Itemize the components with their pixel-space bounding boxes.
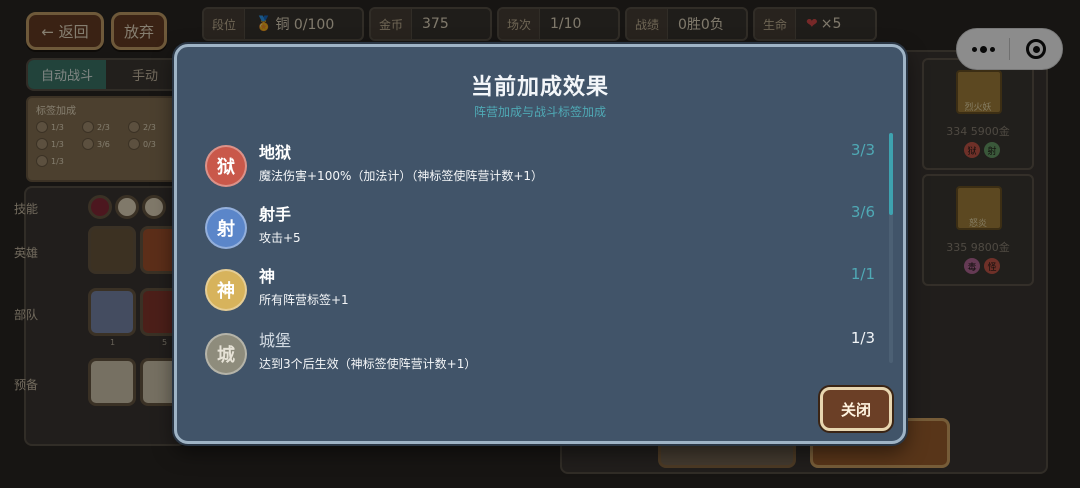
faction-archer-icon: 射	[205, 207, 247, 249]
effect-description: 魔法伤害+100%（加法计）（神标签使阵营计数+1）	[259, 169, 544, 183]
effects-scrollbar-thumb[interactable]	[889, 133, 893, 215]
faction-hell-icon: 狱	[205, 145, 247, 187]
effect-name: 射手	[259, 205, 292, 224]
faction-castle-icon: 城	[205, 333, 247, 375]
effect-item: 狱 地狱 魔法伤害+100%（加法计）（神标签使阵营计数+1） 3/3	[205, 139, 875, 195]
effect-name: 城堡	[259, 331, 292, 350]
dialog-title: 当前加成效果	[470, 75, 609, 100]
close-button[interactable]: 关闭	[820, 387, 892, 431]
effect-item: 城 城堡 达到3个后生效（神标签使阵营计数+1） 1/3	[205, 327, 875, 383]
effect-count: 3/3	[850, 141, 875, 159]
effect-item: 神 神 所有阵营标签+1 1/1	[205, 263, 875, 319]
bonus-effects-dialog: 当前加成效果 阵营加成与战斗标签加成 狱 地狱 魔法伤害+100%（加法计）（神…	[174, 44, 906, 444]
effect-description: 攻击+5	[259, 231, 301, 245]
effect-name: 神	[259, 267, 276, 286]
effect-count: 1/3	[850, 329, 875, 347]
effect-count: 3/6	[850, 203, 875, 221]
close-button-label: 关闭	[840, 400, 871, 419]
effect-description: 达到3个后生效（神标签使阵营计数+1）	[259, 357, 477, 371]
faction-god-icon: 神	[205, 269, 247, 311]
dialog-subtitle: 阵营加成与战斗标签加成	[473, 105, 606, 119]
effect-name: 地狱	[259, 143, 292, 162]
effect-count: 1/1	[850, 265, 875, 283]
effect-description: 所有阵营标签+1	[259, 293, 349, 307]
effect-item: 射 射手 攻击+5 3/6	[205, 201, 875, 257]
